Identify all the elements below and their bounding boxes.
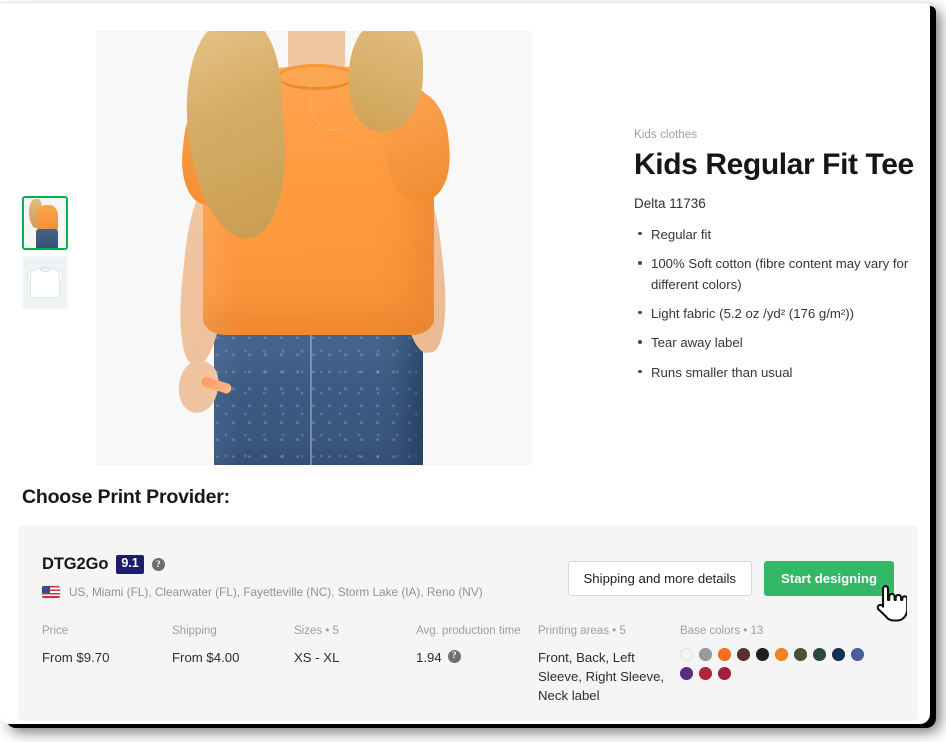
provider-locations-row: US, Miami (FL), Clearwater (FL), Fayette… bbox=[42, 585, 483, 599]
base-color-swatch-1[interactable] bbox=[699, 648, 712, 661]
spec-label-sizes: Sizes • 5 bbox=[294, 625, 339, 637]
base-color-swatch-7[interactable] bbox=[813, 648, 826, 661]
product-hero-image[interactable] bbox=[96, 31, 532, 465]
thumbnail-front-model-image bbox=[24, 198, 66, 248]
thumbnail-flat-white-tee-image bbox=[24, 258, 66, 308]
spec-label-price: Price bbox=[42, 625, 69, 637]
list-item: Regular fit bbox=[638, 225, 920, 245]
thumbnail-rail bbox=[22, 196, 68, 316]
list-item: Tear away label bbox=[638, 333, 920, 353]
us-flag-icon bbox=[42, 586, 60, 598]
spec-value-production-time: 1.94 ? bbox=[416, 648, 538, 705]
provider-name: DTG2Go bbox=[42, 555, 109, 573]
product-category-label: Kids clothes bbox=[634, 129, 698, 141]
spec-value-printing-areas: Front, Back, Left Sleeve, Right Sleeve, … bbox=[538, 650, 665, 704]
shipping-details-button[interactable]: Shipping and more details bbox=[567, 561, 753, 596]
screenshot-viewport: Kids clothes Kids Regular Fit Tee Delta … bbox=[0, 0, 946, 742]
spec-value-base-colors bbox=[680, 648, 900, 705]
spec-label-base-colors: Base colors • 13 bbox=[680, 625, 764, 637]
thumbnail-flat-white-tee[interactable] bbox=[22, 256, 68, 310]
provider-spec-grid: Price Shipping Sizes • 5 Avg. production… bbox=[42, 625, 900, 705]
base-color-swatch-4[interactable] bbox=[756, 648, 769, 661]
product-info: Kids clothes Kids Regular Fit Tee Delta … bbox=[634, 129, 920, 392]
page-title: Kids Regular Fit Tee bbox=[634, 148, 914, 181]
list-item: 100% Soft cotton (fibre content may vary… bbox=[638, 254, 920, 295]
spec-value-shipping: From $4.00 bbox=[172, 650, 240, 665]
provider-header: DTG2Go 9.1 ? US, Miami (FL), Clearwater … bbox=[42, 555, 483, 599]
page-card: Kids clothes Kids Regular Fit Tee Delta … bbox=[0, 2, 930, 724]
base-color-swatch-9[interactable] bbox=[851, 648, 864, 661]
base-color-swatch-2[interactable] bbox=[718, 648, 731, 661]
base-color-swatch-8[interactable] bbox=[832, 648, 845, 661]
start-designing-button[interactable]: Start designing bbox=[764, 561, 894, 596]
spec-label-printing-areas: Printing areas • 5 bbox=[538, 625, 626, 637]
base-color-swatch-3[interactable] bbox=[737, 648, 750, 661]
provider-card-dtg2go[interactable]: DTG2Go 9.1 ? US, Miami (FL), Clearwater … bbox=[18, 525, 918, 721]
provider-actions: Shipping and more details Start designin… bbox=[567, 561, 894, 596]
spec-label-shipping: Shipping bbox=[172, 625, 217, 637]
spec-label-production-time: Avg. production time bbox=[416, 625, 521, 637]
base-color-swatch-11[interactable] bbox=[699, 667, 712, 680]
thumbnail-front-model[interactable] bbox=[22, 196, 68, 250]
spec-value-sizes: XS - XL bbox=[294, 650, 340, 665]
base-color-swatch-5[interactable] bbox=[775, 648, 788, 661]
spec-value-price: From $9.70 bbox=[42, 650, 110, 665]
model-illustration bbox=[96, 31, 532, 465]
question-mark-icon[interactable]: ? bbox=[447, 650, 461, 663]
product-section: Kids clothes Kids Regular Fit Tee Delta … bbox=[0, 3, 930, 473]
status-badge: 9.1 bbox=[116, 555, 144, 574]
base-color-swatch-6[interactable] bbox=[794, 648, 807, 661]
question-mark-icon[interactable]: ? bbox=[151, 558, 165, 571]
product-sku: Delta 11736 bbox=[634, 195, 706, 211]
base-color-swatch-0[interactable] bbox=[680, 648, 693, 661]
base-color-swatch-10[interactable] bbox=[680, 667, 693, 680]
choose-print-provider-heading: Choose Print Provider: bbox=[22, 486, 230, 508]
base-color-swatch-12[interactable] bbox=[718, 667, 731, 680]
provider-locations: US, Miami (FL), Clearwater (FL), Fayette… bbox=[69, 585, 483, 599]
production-time-number: 1.94 bbox=[416, 650, 442, 665]
product-feature-list: Regular fit 100% Soft cotton (fibre cont… bbox=[634, 225, 920, 384]
list-item: Runs smaller than usual bbox=[638, 363, 920, 383]
provider-name-row: DTG2Go 9.1 ? bbox=[42, 555, 483, 574]
base-color-swatches bbox=[680, 648, 878, 680]
list-item: Light fabric (5.2 oz /yd² (176 g/m²)) bbox=[638, 304, 920, 324]
